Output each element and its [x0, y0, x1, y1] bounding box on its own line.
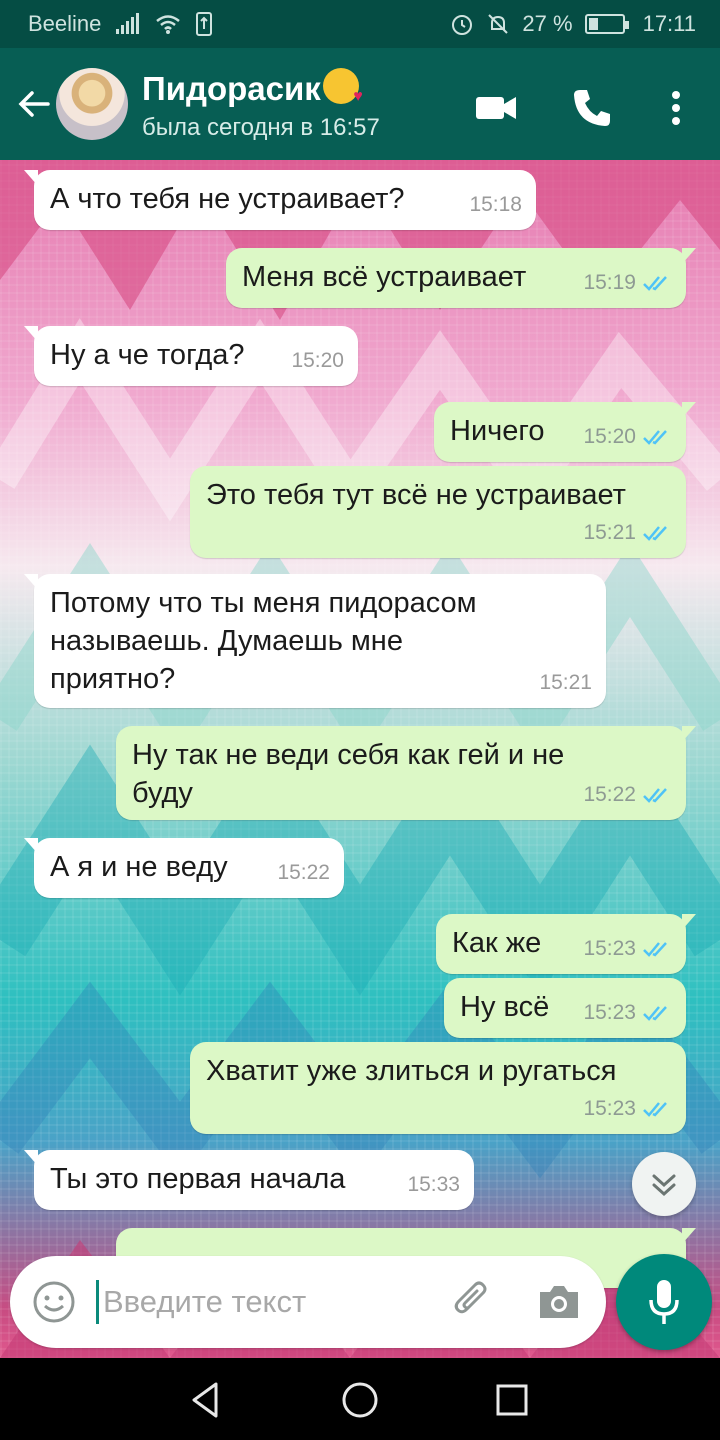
- bubble-tail: [24, 574, 38, 590]
- message-input-bar: [10, 1256, 606, 1348]
- message-time: 15:22: [583, 783, 636, 806]
- message-time: 15:21: [539, 671, 592, 694]
- message-time: 15:33: [407, 1173, 460, 1196]
- nav-home-icon[interactable]: [338, 1378, 382, 1422]
- alarm-icon: [452, 15, 473, 35]
- wifi-icon: [156, 15, 181, 34]
- read-ticks-icon: [643, 430, 667, 445]
- read-ticks-icon: [643, 1102, 667, 1117]
- chat-area[interactable]: А что тебя не устраивает? 15:18 Меня всё…: [0, 160, 720, 1358]
- back-arrow-icon[interactable]: [14, 84, 54, 124]
- message-time: 15:20: [583, 425, 636, 448]
- message-line: Ну так не веди себя как гей и не: [132, 739, 565, 771]
- chat-header: Пидорасик была сегодня в 16:57: [0, 48, 720, 160]
- contact-name[interactable]: Пидорасик: [142, 68, 363, 108]
- message-line: Потому что ты меня пидорасом: [50, 587, 477, 619]
- message-text: Ну так не веди себя как гей и не буду: [132, 736, 564, 812]
- message-text: А я и не веду: [50, 851, 228, 883]
- message-time: 15:20: [291, 349, 344, 372]
- message-text: Ты это первая начала: [50, 1163, 346, 1195]
- battery-percent: 27 %: [522, 11, 573, 36]
- message-time: 15:18: [469, 193, 522, 216]
- mic-icon: [649, 1280, 679, 1324]
- message-time: 15:23: [583, 1001, 636, 1024]
- video-call-icon[interactable]: [472, 84, 520, 132]
- read-ticks-icon: [643, 788, 667, 803]
- last-seen-status: была сегодня в 16:57: [142, 114, 380, 141]
- clock: 17:11: [642, 11, 696, 36]
- message-input[interactable]: [96, 1280, 436, 1324]
- message-incoming[interactable]: Потому что ты меня пидорасом называешь. …: [24, 574, 606, 708]
- data-transfer-icon: [196, 12, 213, 36]
- double-chevron-down-icon: [652, 1174, 676, 1197]
- bubble-tail: [24, 838, 38, 854]
- message-text: А что тебя не устраивает?: [50, 183, 405, 215]
- scroll-to-bottom-button[interactable]: [632, 1152, 696, 1216]
- message-line: называешь. Думаешь мне: [50, 625, 403, 657]
- kiss-emoji-icon: [322, 68, 363, 106]
- read-ticks-icon: [643, 942, 667, 957]
- status-bar: Beeline 27 % 17:11: [0, 0, 720, 48]
- message-text: Как же: [452, 927, 542, 959]
- message-incoming[interactable]: А я и не веду 15:22: [24, 838, 344, 898]
- message-outgoing[interactable]: Меня всё устраивает 15:19: [226, 248, 696, 308]
- camera-icon[interactable]: [536, 1280, 582, 1324]
- bubble-tail: [24, 170, 38, 186]
- message-time: 15:23: [583, 1097, 636, 1120]
- signal-icon: [116, 13, 140, 34]
- mute-bell-icon: [488, 14, 509, 34]
- phone-icon[interactable]: [568, 84, 616, 132]
- bubble-tail: [24, 1150, 38, 1166]
- message-time: 15:23: [583, 937, 636, 960]
- read-ticks-icon: [643, 526, 667, 541]
- bubble-tail: [682, 914, 696, 930]
- message-time: 15:21: [583, 521, 636, 544]
- bubble-tail: [682, 726, 696, 742]
- message-incoming[interactable]: А что тебя не устраивает? 15:18: [24, 170, 536, 230]
- voice-record-button[interactable]: [616, 1254, 712, 1350]
- message-text: Потому что ты меня пидорасом называешь. …: [50, 584, 477, 698]
- nav-recents-icon[interactable]: [490, 1378, 534, 1422]
- carrier-label: Beeline: [28, 11, 102, 36]
- message-outgoing[interactable]: Ничего 15:20: [434, 402, 696, 462]
- message-text: Ничего: [450, 415, 545, 447]
- message-line: буду: [132, 777, 193, 809]
- message-time: 15:19: [583, 271, 636, 294]
- bubble-tail: [24, 326, 38, 342]
- message-outgoing[interactable]: Это тебя тут всё не устраивает 15:21: [190, 466, 686, 558]
- read-ticks-icon: [643, 1006, 667, 1021]
- message-text: Ну всё: [460, 991, 550, 1023]
- message-line: приятно?: [50, 663, 176, 695]
- message-outgoing[interactable]: Как же 15:23: [436, 914, 696, 974]
- emoji-icon[interactable]: [32, 1280, 76, 1324]
- bubble-tail: [682, 1228, 696, 1244]
- message-text: Это тебя тут всё не устраивает: [206, 479, 626, 511]
- bubble-tail: [682, 248, 696, 264]
- message-time: 15:22: [277, 861, 330, 884]
- contact-avatar[interactable]: [56, 68, 128, 140]
- message-outgoing[interactable]: Ну так не веди себя как гей и не буду 15…: [116, 726, 696, 820]
- message-text: Хватит уже злиться и ругаться: [206, 1055, 617, 1087]
- message-outgoing[interactable]: Ну всё 15:23: [444, 978, 686, 1038]
- nav-back-icon[interactable]: [184, 1378, 228, 1422]
- bubble-tail: [682, 402, 696, 418]
- message-incoming[interactable]: Ну а че тогда? 15:20: [24, 326, 358, 386]
- contact-name-text: Пидорасик: [142, 70, 321, 107]
- battery-icon: [584, 14, 629, 34]
- message-text: Меня всё устраивает: [242, 261, 527, 293]
- read-ticks-icon: [643, 276, 667, 291]
- more-vert-icon[interactable]: [652, 84, 700, 132]
- message-text: Ну а че тогда?: [50, 339, 245, 371]
- message-incoming[interactable]: Ты это первая начала 15:33: [24, 1150, 474, 1210]
- message-outgoing[interactable]: Хватит уже злиться и ругаться 15:23: [190, 1042, 686, 1134]
- attach-icon[interactable]: [450, 1278, 496, 1324]
- system-nav-bar: [0, 1358, 720, 1440]
